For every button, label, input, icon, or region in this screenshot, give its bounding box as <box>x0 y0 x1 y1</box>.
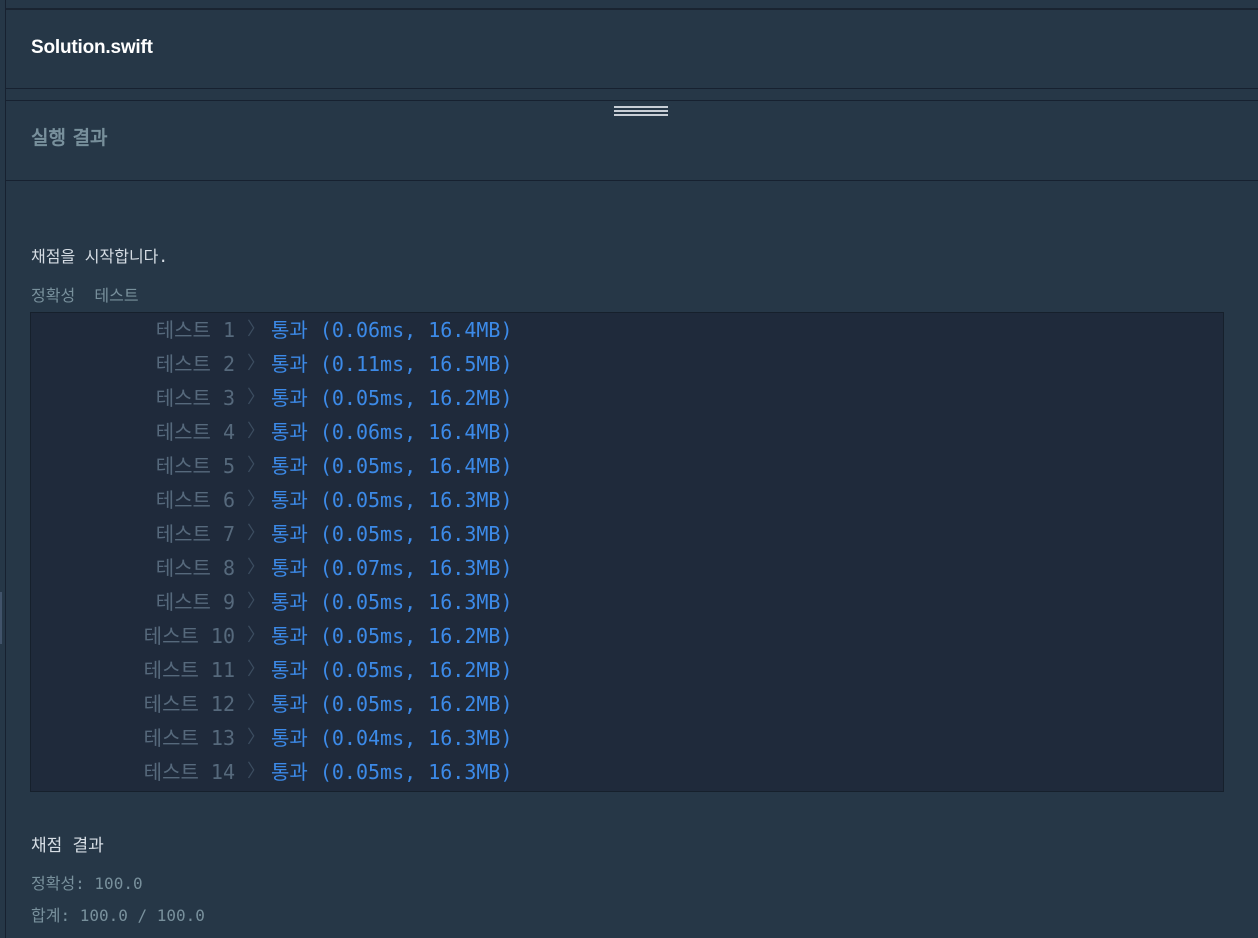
chevron-right-icon: 〉 <box>247 693 265 714</box>
test-row: 테스트 2 〉 통과 (0.11ms, 16.5MB) <box>31 347 1223 381</box>
test-row: 테스트 14 〉 통과 (0.05ms, 16.3MB) <box>31 755 1223 789</box>
test-row: 테스트 5 〉 통과 (0.05ms, 16.4MB) <box>31 449 1223 483</box>
test-label: 테스트 6 <box>155 488 235 512</box>
chevron-right-icon: 〉 <box>247 319 265 340</box>
test-category-label: 정확성 테스트 <box>31 286 139 305</box>
test-results-box: 테스트 1 〉 통과 (0.06ms, 16.4MB) 테스트 2 〉 통과 (0.11m… <box>30 312 1224 792</box>
test-result: 통과 (0.06ms, 16.4MB) <box>271 420 513 444</box>
test-result: 통과 (0.11ms, 16.5MB) <box>271 352 513 376</box>
test-result: 통과 (0.05ms, 16.2MB) <box>271 386 513 410</box>
test-label: 테스트 7 <box>155 522 235 546</box>
test-label: 테스트 13 <box>143 726 235 750</box>
test-result: 통과 (0.05ms, 16.2MB) <box>271 658 513 682</box>
chevron-right-icon: 〉 <box>247 591 265 612</box>
test-label: 테스트 5 <box>155 454 235 478</box>
handle-line <box>614 110 668 112</box>
chevron-right-icon: 〉 <box>247 625 265 646</box>
panel-resize-handle[interactable] <box>614 104 668 119</box>
test-row: 테스트 8 〉 통과 (0.07ms, 16.3MB) <box>31 551 1223 585</box>
left-panel-resize-handle[interactable] <box>0 592 2 644</box>
test-row: 테스트 13 〉 통과 (0.04ms, 16.3MB) <box>31 721 1223 755</box>
chevron-right-icon: 〉 <box>247 727 265 748</box>
test-result: 통과 (0.06ms, 16.4MB) <box>271 318 513 342</box>
test-label: 테스트 3 <box>155 386 235 410</box>
handle-line <box>614 106 668 108</box>
chevron-right-icon: 〉 <box>247 455 265 476</box>
test-result: 통과 (0.05ms, 16.3MB) <box>271 522 513 546</box>
editor-filename: Solution.swift <box>31 37 153 58</box>
chevron-right-icon: 〉 <box>247 659 265 680</box>
test-row: 테스트 7 〉 통과 (0.05ms, 16.3MB) <box>31 517 1223 551</box>
test-result: 통과 (0.07ms, 16.3MB) <box>271 556 513 580</box>
test-result: 통과 (0.05ms, 16.3MB) <box>271 760 513 784</box>
chevron-right-icon: 〉 <box>247 421 265 442</box>
test-label: 테스트 14 <box>143 760 235 784</box>
test-row: 테스트 3 〉 통과 (0.05ms, 16.2MB) <box>31 381 1223 415</box>
test-result: 통과 (0.05ms, 16.3MB) <box>271 488 513 512</box>
test-result: 통과 (0.05ms, 16.3MB) <box>271 590 513 614</box>
chevron-right-icon: 〉 <box>247 557 265 578</box>
test-label: 테스트 12 <box>143 692 235 716</box>
chevron-right-icon: 〉 <box>247 523 265 544</box>
test-result: 통과 (0.05ms, 16.4MB) <box>271 454 513 478</box>
test-label: 테스트 1 <box>155 318 235 342</box>
results-console: 채점을 시작합니다. 정확성 테스트 테스트 1 〉 통과 (0.06ms, 16.… <box>6 181 1258 938</box>
test-row: 테스트 12 〉 통과 (0.05ms, 16.2MB) <box>31 687 1223 721</box>
grade-title: 채점 결과 <box>31 836 104 856</box>
test-label: 테스트 11 <box>143 658 235 682</box>
results-header: 실행 결과 <box>6 101 1258 181</box>
test-row: 테스트 11 〉 통과 (0.05ms, 16.2MB) <box>31 653 1223 687</box>
test-label: 테스트 2 <box>155 352 235 376</box>
results-title: 실행 결과 <box>31 127 108 149</box>
test-label: 테스트 9 <box>155 590 235 614</box>
grade-accuracy: 정확성: 100.0 <box>31 874 143 893</box>
test-row: 테스트 9 〉 통과 (0.05ms, 16.3MB) <box>31 585 1223 619</box>
test-result: 통과 (0.04ms, 16.3MB) <box>271 726 513 750</box>
app-window: Solution.swift 실행 결과 채점을 시작합니다. 정확성 테스트 … <box>0 0 1258 938</box>
grade-total: 합계: 100.0 / 100.0 <box>31 906 205 925</box>
chevron-right-icon: 〉 <box>247 387 265 408</box>
test-row: 테스트 10 〉 통과 (0.05ms, 16.2MB) <box>31 619 1223 653</box>
test-result: 통과 (0.05ms, 16.2MB) <box>271 624 513 648</box>
test-result: 통과 (0.05ms, 16.2MB) <box>271 692 513 716</box>
test-row: 테스트 4 〉 통과 (0.06ms, 16.4MB) <box>31 415 1223 449</box>
start-message: 채점을 시작합니다. <box>31 247 169 266</box>
chevron-right-icon: 〉 <box>247 353 265 374</box>
chevron-right-icon: 〉 <box>247 761 265 782</box>
test-label: 테스트 8 <box>155 556 235 580</box>
test-label: 테스트 4 <box>155 420 235 444</box>
editor-bottom-strip <box>6 90 1258 101</box>
editor-header: Solution.swift <box>6 10 1258 89</box>
test-row: 테스트 6 〉 통과 (0.05ms, 16.3MB) <box>31 483 1223 517</box>
handle-line <box>614 114 668 116</box>
chevron-right-icon: 〉 <box>247 489 265 510</box>
test-label: 테스트 10 <box>143 624 235 648</box>
test-row: 테스트 1 〉 통과 (0.06ms, 16.4MB) <box>31 313 1223 347</box>
